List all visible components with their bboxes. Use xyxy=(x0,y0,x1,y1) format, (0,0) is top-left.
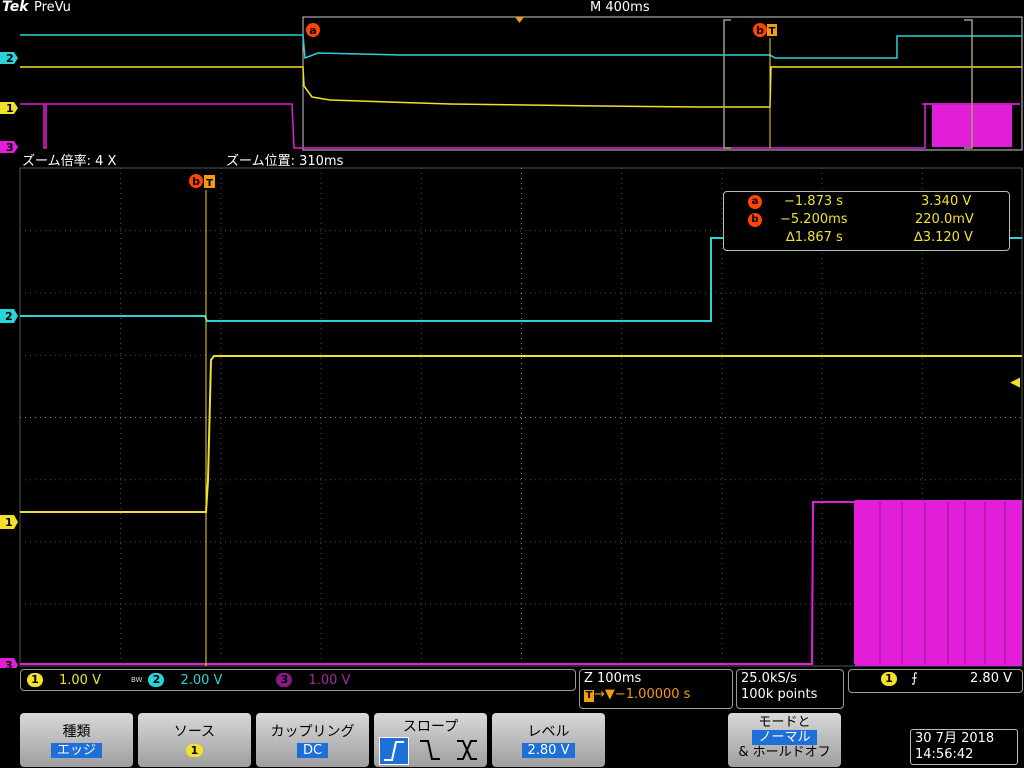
slope-softkey[interactable]: スロープ xyxy=(374,713,487,767)
zoom-scale: Z 100ms xyxy=(584,671,642,686)
mode-softkey-label: モードと xyxy=(758,715,811,730)
ch1-scale[interactable]: 1.00 V xyxy=(59,673,123,688)
prevu-label: PreVu xyxy=(34,0,71,15)
datetime-display: 30 7月 2018 14:56:42 xyxy=(910,729,1018,765)
ch3-badge[interactable]: 3 xyxy=(276,673,293,687)
trigger-position: →▼−1.00000 s xyxy=(594,687,691,702)
svg-text:T: T xyxy=(206,178,213,189)
trigger-level-arrow: ◀ xyxy=(1010,375,1020,390)
trigger-level-readout: 2.80 V xyxy=(970,671,1012,686)
level-softkey-value: 2.80 V xyxy=(521,743,576,758)
overview-waveform-display[interactable]: a b T 2 1 3 xyxy=(0,14,1024,154)
source-softkey-value: 1 xyxy=(185,744,204,757)
bandwidth-limit-icon: BW xyxy=(131,676,143,684)
type-softkey-value: エッジ xyxy=(50,743,102,758)
ch3-scale[interactable]: 1.00 V xyxy=(308,673,350,688)
falling-slope-icon[interactable] xyxy=(415,737,445,765)
rising-slope-icon[interactable] xyxy=(379,737,410,765)
type-softkey-label: 種類 xyxy=(62,724,91,740)
overview-ch1-marker: 1 xyxy=(6,102,14,115)
mode-softkey-value: ノーマル xyxy=(752,730,817,745)
time-label: 14:56:42 xyxy=(915,747,974,762)
cursor-delta-time: ∆1.867 s xyxy=(786,230,843,245)
ch3-ground-marker: 3 xyxy=(5,659,13,668)
coupling-softkey-label: カップリング xyxy=(270,724,355,740)
trigger-t-icon: T xyxy=(584,690,594,702)
cursor-delta-voltage: ∆3.120 V xyxy=(914,230,973,245)
ch1-badge[interactable]: 1 xyxy=(27,673,43,687)
acquisition-readout[interactable]: 25.0kS/s 100k points xyxy=(736,669,844,709)
cursor-b-badge: b xyxy=(748,213,762,227)
coupling-softkey[interactable]: カップリング DC xyxy=(256,713,369,767)
coupling-softkey-value: DC xyxy=(296,743,329,758)
ch2-badge[interactable]: 2 xyxy=(148,673,165,687)
ch1-ground-marker: 1 xyxy=(5,516,13,529)
mode-holdoff-softkey[interactable]: モードと ノーマル & ホールドオフ xyxy=(728,713,841,767)
sample-rate: 25.0kS/s xyxy=(741,671,797,686)
cursor-readout: a −1.873 s 3.340 V b −5.200ms 220.0mV ∆1… xyxy=(723,191,1010,251)
level-softkey-label: レベル xyxy=(527,724,570,740)
cursor-b-voltage: 220.0mV xyxy=(915,212,974,227)
record-length: 100k points xyxy=(741,687,818,702)
level-softkey[interactable]: レベル 2.80 V xyxy=(492,713,605,767)
cursor-a-time: −1.873 s xyxy=(784,194,844,209)
cursor-a-voltage: 3.340 V xyxy=(921,194,972,209)
tek-logo: Tek xyxy=(2,0,29,15)
svg-text:a: a xyxy=(309,24,316,37)
cursor-b-time: −5.200ms xyxy=(780,212,848,227)
svg-text:b: b xyxy=(192,175,200,188)
source-softkey[interactable]: ソース 1 xyxy=(138,713,251,767)
ch2-scale[interactable]: 2.00 V xyxy=(180,673,270,688)
horizontal-readout[interactable]: Z 100ms T →▼−1.00000 s xyxy=(579,669,733,709)
trigger-slope-icon: ⨍ xyxy=(911,671,918,686)
channel-settings-bar[interactable]: 1 1.00 V BW 2 2.00 V 3 1.00 V xyxy=(20,669,576,691)
ch2-ground-marker: 2 xyxy=(5,310,13,323)
svg-text:T: T xyxy=(769,26,776,37)
slope-softkey-label: スロープ xyxy=(402,719,459,735)
timebase-label: M 400ms xyxy=(590,0,650,15)
trigger-readout[interactable]: 1 ⨍ 2.80 V xyxy=(848,669,1023,693)
either-slope-icon[interactable] xyxy=(452,737,482,765)
date-label: 30 7月 2018 xyxy=(915,731,995,746)
source-softkey-label: ソース xyxy=(173,724,216,740)
overview-ch3-marker: 3 xyxy=(6,141,14,154)
svg-text:b: b xyxy=(756,24,764,37)
trigger-source-badge: 1 xyxy=(881,672,897,686)
overview-ch2-marker: 2 xyxy=(6,52,14,65)
type-softkey[interactable]: 種類 エッジ xyxy=(20,713,133,767)
cursor-a-badge: a xyxy=(748,195,762,209)
holdoff-softkey-label: & ホールドオフ xyxy=(738,745,831,760)
